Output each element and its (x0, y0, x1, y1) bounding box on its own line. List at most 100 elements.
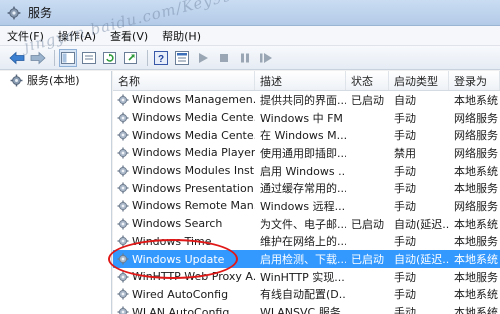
properties-icon[interactable] (173, 49, 191, 67)
service-name-cell: Wired AutoConfig (113, 286, 255, 304)
service-status (346, 126, 389, 144)
service-row[interactable]: Windows Time 维护在网络上的... 手动 本地服务 (113, 233, 500, 251)
service-name: Windows Media Cente... (132, 128, 255, 142)
service-name: Windows Modules Inst... (132, 164, 255, 178)
column-header-log-on-as[interactable]: 登录为 (449, 71, 500, 90)
tree-item-services-local[interactable]: 服务(本地) (0, 71, 111, 89)
service-status: 已启动 (351, 217, 384, 231)
service-name-cell: WLAN AutoConfig (113, 303, 255, 314)
service-gear-icon (117, 129, 129, 141)
service-name: Windows Search (132, 217, 223, 231)
service-startup-type: 手动 (394, 235, 416, 249)
service-log-on-as: 本地系统 (454, 306, 498, 314)
service-name: WinHTTP Web Proxy A... (132, 270, 255, 284)
service-startup-type: 自动 (394, 93, 416, 107)
service-name: Windows Remote Man... (132, 199, 255, 213)
toolbar: ? (0, 46, 500, 70)
window-title: 服务 (28, 6, 53, 20)
service-row[interactable]: Windows Media Player... 使用通用即插即... 禁用 网络… (113, 144, 500, 162)
service-description: 使用通用即插即... (260, 146, 346, 160)
service-row[interactable]: Windows Modules Inst... 启用 Windows ... 手… (113, 162, 500, 180)
service-log-on-as: 本地系统 (454, 253, 498, 267)
service-gear-icon (117, 94, 129, 106)
menu-help[interactable]: 帮助(H) (155, 28, 208, 44)
service-description: 通过缓存常用的... (260, 182, 346, 196)
service-gear-icon (117, 147, 129, 159)
service-row[interactable]: Windows Update 启用检测、下载... 已启动 自动(延迟... 本… (113, 250, 500, 268)
list-view-icon[interactable] (80, 49, 98, 67)
service-status: 已启动 (351, 253, 384, 267)
service-gear-icon (117, 288, 129, 300)
export-list-icon[interactable] (122, 49, 140, 67)
service-log-on-as: 网络服务 (454, 199, 498, 213)
service-log-on-as: 网络服务 (454, 111, 498, 125)
column-header-name[interactable]: 名称 (113, 71, 255, 90)
service-log-on-as: 本地服务 (454, 182, 498, 196)
service-name: Windows Managemen... (132, 93, 255, 107)
service-row[interactable]: Windows Remote Man... Windows 远程... 手动 网… (113, 197, 500, 215)
service-log-on-as: 网络服务 (454, 146, 498, 160)
column-header-description[interactable]: 描述 (255, 71, 346, 90)
service-name-cell: Windows Media Cente... (113, 109, 255, 127)
show-tree-icon[interactable] (59, 48, 77, 67)
service-description: 启用检测、下载... (260, 253, 346, 267)
stop-service-icon[interactable] (215, 49, 233, 67)
back-arrow-icon[interactable] (8, 49, 26, 67)
service-status (346, 109, 389, 127)
service-status (346, 303, 389, 314)
service-gear-icon (117, 253, 129, 265)
refresh-icon[interactable] (101, 49, 119, 67)
service-row[interactable]: WinHTTP Web Proxy A... WinHTTP 实现... 手动 … (113, 268, 500, 286)
services-list: 名称 描述 状态 启动类型 登录为 Windows Managemen... 提… (113, 71, 500, 314)
service-name: WLAN AutoConfig (132, 305, 230, 314)
service-startup-type: 手动 (394, 111, 416, 125)
service-name-cell: Windows Managemen... (113, 91, 255, 109)
service-status (346, 162, 389, 180)
service-name: Windows Update (132, 252, 225, 266)
service-status (346, 197, 389, 215)
service-name-cell: Windows Search (113, 215, 255, 233)
restart-service-icon[interactable] (257, 49, 275, 67)
service-log-on-as: 本地系统 (454, 288, 498, 302)
menu-bar: 文件(F) 操作(A) 查看(V) 帮助(H) (0, 26, 500, 46)
menu-action[interactable]: 操作(A) (51, 28, 103, 44)
start-service-icon[interactable] (194, 49, 212, 67)
service-name: Windows Media Cente... (132, 111, 255, 125)
tree-pane: 服务(本地) (0, 71, 112, 314)
service-row[interactable]: Windows Media Cente... 在 Windows M... 手动… (113, 126, 500, 144)
service-row[interactable]: Windows Managemen... 提供共同的界面... 已启动 自动 本… (113, 91, 500, 109)
menu-file[interactable]: 文件(F) (0, 28, 51, 44)
service-status (346, 233, 389, 251)
forward-arrow-icon[interactable] (29, 49, 47, 67)
column-header-startup-type[interactable]: 启动类型 (389, 71, 449, 90)
service-startup-type: 手动 (394, 288, 416, 302)
service-startup-type: 手动 (394, 182, 416, 196)
toolbar-separator (147, 49, 148, 66)
service-description: 在 Windows M... (260, 129, 346, 143)
service-status: 已启动 (351, 93, 384, 107)
service-description: 为文件、电子邮... (260, 217, 346, 231)
service-row[interactable]: Wired AutoConfig 有线自动配置(D... 手动 本地系统 (113, 286, 500, 304)
help-icon[interactable]: ? (152, 49, 170, 67)
menu-view[interactable]: 查看(V) (103, 28, 155, 44)
pause-service-icon[interactable] (236, 49, 254, 67)
service-startup-type: 自动(延迟... (394, 217, 449, 231)
service-row[interactable]: Windows Media Cente... Windows 中 FM 广播..… (113, 109, 500, 127)
service-gear-icon (117, 112, 129, 124)
service-row[interactable]: Windows Search 为文件、电子邮... 已启动 自动(延迟... 本… (113, 215, 500, 233)
service-description: 启用 Windows ... (260, 164, 346, 178)
service-log-on-as: 本地服务 (454, 270, 498, 284)
service-row[interactable]: WLAN AutoConfig WLANSVC 服务... 手动 本地系统 (113, 303, 500, 314)
services-gear-icon (10, 74, 23, 87)
service-description: Windows 中 FM 广播... (260, 111, 346, 125)
service-name-cell: Windows Remote Man... (113, 197, 255, 215)
service-log-on-as: 网络服务 (454, 129, 498, 143)
service-name-cell: Windows Time (113, 233, 255, 251)
service-gear-icon (117, 271, 129, 283)
service-startup-type: 手动 (394, 306, 416, 314)
service-row[interactable]: Windows Presentation ... 通过缓存常用的... 手动 本… (113, 179, 500, 197)
list-header: 名称 描述 状态 启动类型 登录为 (113, 71, 500, 91)
service-name-cell: Windows Update (113, 250, 255, 268)
service-gear-icon (117, 235, 129, 247)
column-header-status[interactable]: 状态 (346, 71, 389, 90)
